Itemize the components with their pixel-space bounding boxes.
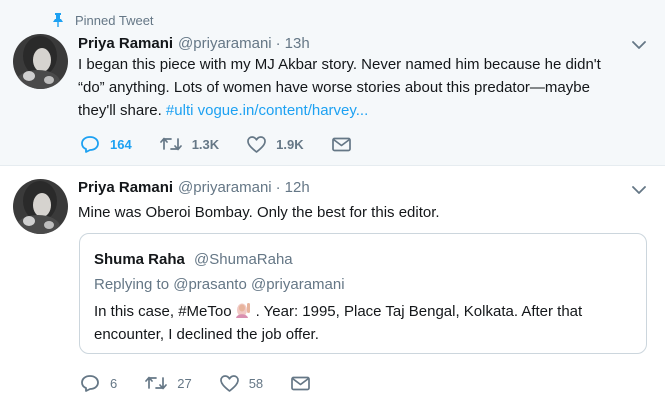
separator: · <box>275 35 281 52</box>
tweet[interactable]: Priya Ramani @priyaramani · 12h Mine was… <box>0 167 665 403</box>
like-count: 58 <box>248 375 264 391</box>
tweet-text: I began this piece with my MJ Akbar stor… <box>78 53 638 122</box>
tweet-pinned[interactable]: Pinned Tweet Priya Ramani @priyaramani ·… <box>0 0 665 166</box>
pinned-label: Pinned Tweet <box>75 12 154 28</box>
avatar[interactable] <box>13 179 68 234</box>
avatar[interactable] <box>13 34 68 89</box>
like-button[interactable]: 58 <box>219 374 264 392</box>
retweet-count: 1.3K <box>191 136 220 152</box>
like-icon <box>219 374 249 392</box>
chevron-down-icon[interactable] <box>631 183 647 195</box>
replying-to: Replying to @prasanto @priyaramani <box>94 276 345 293</box>
retweet-button[interactable]: 27 <box>145 375 192 391</box>
quoted-text-end: . Year: 1995, Place Taj Bengal, Kolkata.… <box>255 303 583 320</box>
like-button[interactable]: 1.9K <box>247 135 304 153</box>
tweet-links[interactable]: #ulti vogue.in/content/harvey... <box>166 102 368 119</box>
tweet-header: Priya Ramani @priyaramani · 13h <box>78 35 625 52</box>
quoted-author-handle: @ShumaRaha <box>194 251 293 268</box>
reply-icon <box>80 374 110 392</box>
author-name[interactable]: Priya Ramani <box>78 179 173 196</box>
quoted-text-start: In this case, #MeToo <box>94 303 232 320</box>
reply-count: 6 <box>110 375 118 391</box>
reply-button[interactable]: 6 <box>80 374 117 392</box>
quoted-tweet[interactable]: Shuma Raha @ShumaRaha Replying to @prasa… <box>79 233 647 354</box>
quoted-header: Shuma Raha @ShumaRaha <box>94 251 293 268</box>
retweet-icon <box>159 136 192 152</box>
quoted-author-name: Shuma Raha <box>94 251 185 268</box>
reply-count: 164 <box>110 136 132 152</box>
timestamp[interactable]: 13h <box>285 35 310 52</box>
pinned-indicator: Pinned Tweet <box>53 12 154 28</box>
pin-icon <box>53 13 63 27</box>
tweet-text-line: they'll share. #ulti vogue.in/content/ha… <box>78 99 638 122</box>
separator: · <box>275 179 281 196</box>
author-handle[interactable]: @priyaramani <box>178 35 272 52</box>
reply-icon <box>80 135 110 153</box>
author-name[interactable]: Priya Ramani <box>78 35 173 52</box>
timestamp[interactable]: 12h <box>285 179 310 196</box>
dm-icon <box>331 137 361 152</box>
tweet-text-line-end: they'll share. <box>78 102 162 119</box>
dm-button[interactable] <box>331 137 361 152</box>
like-icon <box>247 135 276 153</box>
woman-raising-hand-emoji-icon <box>233 302 255 319</box>
quoted-text: In this case, #MeToo . Year: 1995, Place… <box>94 300 634 346</box>
retweet-count: 27 <box>177 375 192 391</box>
tweet-text-line: “do” anything. Lots of women have worse … <box>78 79 590 96</box>
reply-button[interactable]: 164 <box>80 135 132 153</box>
retweet-button[interactable]: 1.3K <box>159 136 220 152</box>
like-count: 1.9K <box>276 136 304 152</box>
author-handle[interactable]: @priyaramani <box>178 179 272 196</box>
tweet-actions: 6 27 58 <box>80 374 348 392</box>
quoted-text-line: encounter, I declined the job offer. <box>94 326 319 343</box>
retweet-icon <box>145 375 177 391</box>
dm-button[interactable] <box>291 376 320 391</box>
chevron-down-icon[interactable] <box>631 38 647 50</box>
tweet-text: Mine was Oberoi Bombay. Only the best fo… <box>78 204 440 221</box>
tweet-actions: 164 1.3K 1.9K <box>80 135 389 153</box>
tweet-text-line: I began this piece with my MJ Akbar stor… <box>78 56 601 73</box>
dm-icon <box>291 376 320 391</box>
tweet-header: Priya Ramani @priyaramani · 12h <box>78 179 625 196</box>
